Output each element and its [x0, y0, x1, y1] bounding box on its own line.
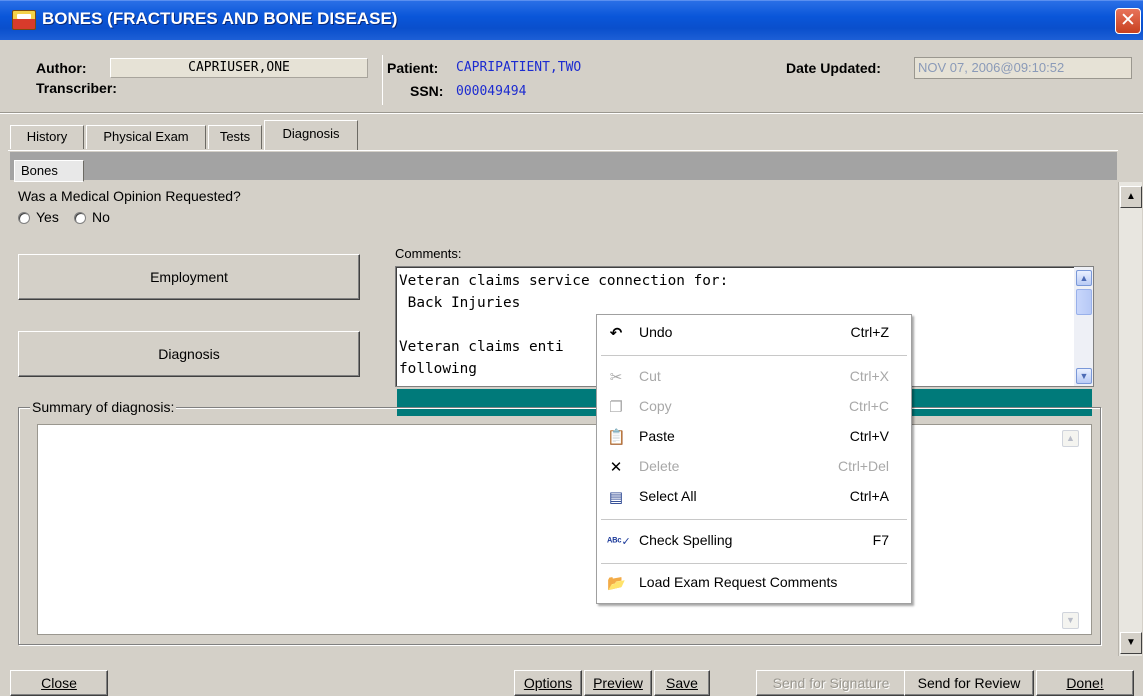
radio-no[interactable]	[74, 212, 86, 224]
save-button[interactable]: Save	[654, 670, 710, 696]
header-divider	[382, 55, 383, 105]
send-for-review-button[interactable]: Send for Review	[904, 670, 1034, 696]
open-folder-icon: 📂	[607, 575, 626, 592]
menu-paste-label: Paste	[639, 428, 675, 444]
patient-label: Patient:	[387, 60, 439, 76]
menu-cut-label: Cut	[639, 368, 661, 384]
scroll-up-button[interactable]: ▲	[1120, 186, 1142, 208]
menu-item-check-spelling[interactable]: ᴬᴮᶜ✓ Check Spelling F7	[597, 529, 911, 553]
preview-label: Preview	[593, 675, 643, 691]
window-title: BONES (FRACTURES AND BONE DISEASE)	[42, 9, 398, 28]
menu-item-copy[interactable]: ❐ Copy Ctrl+C	[597, 395, 911, 419]
select-all-icon: ▤	[608, 489, 624, 506]
comments-scrollbar[interactable]: ▲ ▼	[1074, 267, 1093, 386]
date-updated-field: NOV 07, 2006@09:10:52	[914, 57, 1132, 79]
radio-yes-label: Yes	[36, 209, 59, 225]
comments-label: Comments:	[395, 246, 462, 261]
menu-item-paste[interactable]: 📋 Paste Ctrl+V	[597, 425, 911, 449]
options-button[interactable]: Options	[514, 670, 582, 696]
menu-select-all-shortcut: Ctrl+A	[849, 488, 889, 504]
copy-icon: ❐	[609, 399, 623, 416]
menu-item-undo[interactable]: ↶ Undo Ctrl+Z	[597, 321, 911, 345]
menu-load-comments-label: Load Exam Request Comments	[639, 574, 838, 590]
comments-scroll-thumb[interactable]	[1076, 289, 1092, 315]
options-label: Options	[523, 675, 573, 691]
menu-undo-label: Undo	[639, 324, 673, 340]
diagnosis-button[interactable]: Diagnosis	[18, 331, 360, 377]
subtab-bones[interactable]: Bones	[14, 160, 84, 182]
close-button[interactable]: Close	[10, 670, 108, 696]
scissors-icon: ✂	[609, 369, 623, 386]
done-label: Done!	[1066, 675, 1104, 691]
spellcheck-icon: ᴬᴮᶜ✓	[607, 536, 631, 548]
menu-check-spelling-label: Check Spelling	[639, 532, 733, 548]
context-menu[interactable]: ↶ Undo Ctrl+Z ✂ Cut Ctrl+X ❐ Copy Ctrl+C…	[596, 314, 912, 604]
summary-memo[interactable]	[37, 424, 1092, 635]
save-label: Save	[666, 675, 698, 691]
tab-baseline	[8, 150, 1118, 151]
page-scrollbar[interactable]	[1118, 182, 1142, 656]
send-review-label: Send for Review	[917, 675, 1021, 691]
ssn-label: SSN:	[410, 83, 444, 99]
menu-item-load-exam-request-comments[interactable]: 📂 Load Exam Request Comments	[597, 571, 911, 595]
menu-cut-shortcut: Ctrl+X	[849, 368, 889, 384]
summary-scroll-up[interactable]: ▲	[1062, 430, 1079, 447]
author-field: CAPRIUSER,ONE	[110, 58, 368, 78]
done-button[interactable]: Done!	[1036, 670, 1134, 696]
tab-diagnosis[interactable]: Diagnosis	[264, 120, 358, 150]
menu-item-delete[interactable]: ✕ Delete Ctrl+Del	[597, 455, 911, 479]
tab-history[interactable]: History	[10, 125, 84, 149]
menu-item-cut[interactable]: ✂ Cut Ctrl+X	[597, 365, 911, 389]
scroll-down-button[interactable]: ▼	[1120, 632, 1142, 654]
menu-paste-shortcut: Ctrl+V	[849, 428, 889, 444]
menu-separator	[601, 355, 907, 356]
summary-scroll-down[interactable]: ▼	[1062, 612, 1079, 629]
ssn-value: 000049494	[456, 84, 527, 99]
undo-icon: ↶	[609, 325, 623, 342]
comments-scroll-up[interactable]: ▲	[1076, 270, 1092, 286]
tab-physical-exam[interactable]: Physical Exam	[86, 125, 206, 149]
author-label: Author:	[36, 60, 87, 76]
paste-icon: 📋	[607, 429, 626, 446]
radio-no-label: No	[92, 209, 110, 225]
menu-copy-shortcut: Ctrl+C	[848, 398, 889, 414]
patient-name: CAPRIPATIENT,TWO	[456, 60, 582, 75]
menu-check-spelling-shortcut: F7	[872, 532, 889, 548]
close-button-label: Close	[41, 675, 77, 691]
menu-separator	[601, 563, 907, 564]
send-for-signature-button[interactable]: Send for Signature	[756, 670, 906, 696]
menu-delete-label: Delete	[639, 458, 680, 474]
menu-copy-label: Copy	[639, 398, 672, 414]
date-updated-label: Date Updated:	[786, 60, 881, 76]
app-icon	[12, 10, 36, 30]
radio-yes[interactable]	[18, 212, 30, 224]
transcriber-label: Transcriber:	[36, 80, 117, 96]
tab-tests[interactable]: Tests	[208, 125, 262, 149]
delete-x-icon: ✕	[609, 459, 623, 476]
employment-button[interactable]: Employment	[18, 254, 360, 300]
menu-item-select-all[interactable]: ▤ Select All Ctrl+A	[597, 485, 911, 509]
header-separator	[0, 112, 1143, 114]
menu-separator	[601, 519, 907, 520]
menu-select-all-label: Select All	[639, 488, 697, 504]
summary-label: Summary of diagnosis:	[30, 399, 177, 415]
subtab-strip	[10, 152, 1117, 180]
menu-delete-shortcut: Ctrl+Del	[838, 458, 889, 474]
close-window-button[interactable]: ✕	[1115, 8, 1141, 34]
preview-button[interactable]: Preview	[584, 670, 652, 696]
comments-scroll-down[interactable]: ▼	[1076, 368, 1092, 384]
medical-opinion-question: Was a Medical Opinion Requested?	[18, 188, 241, 204]
menu-undo-shortcut: Ctrl+Z	[850, 324, 890, 340]
